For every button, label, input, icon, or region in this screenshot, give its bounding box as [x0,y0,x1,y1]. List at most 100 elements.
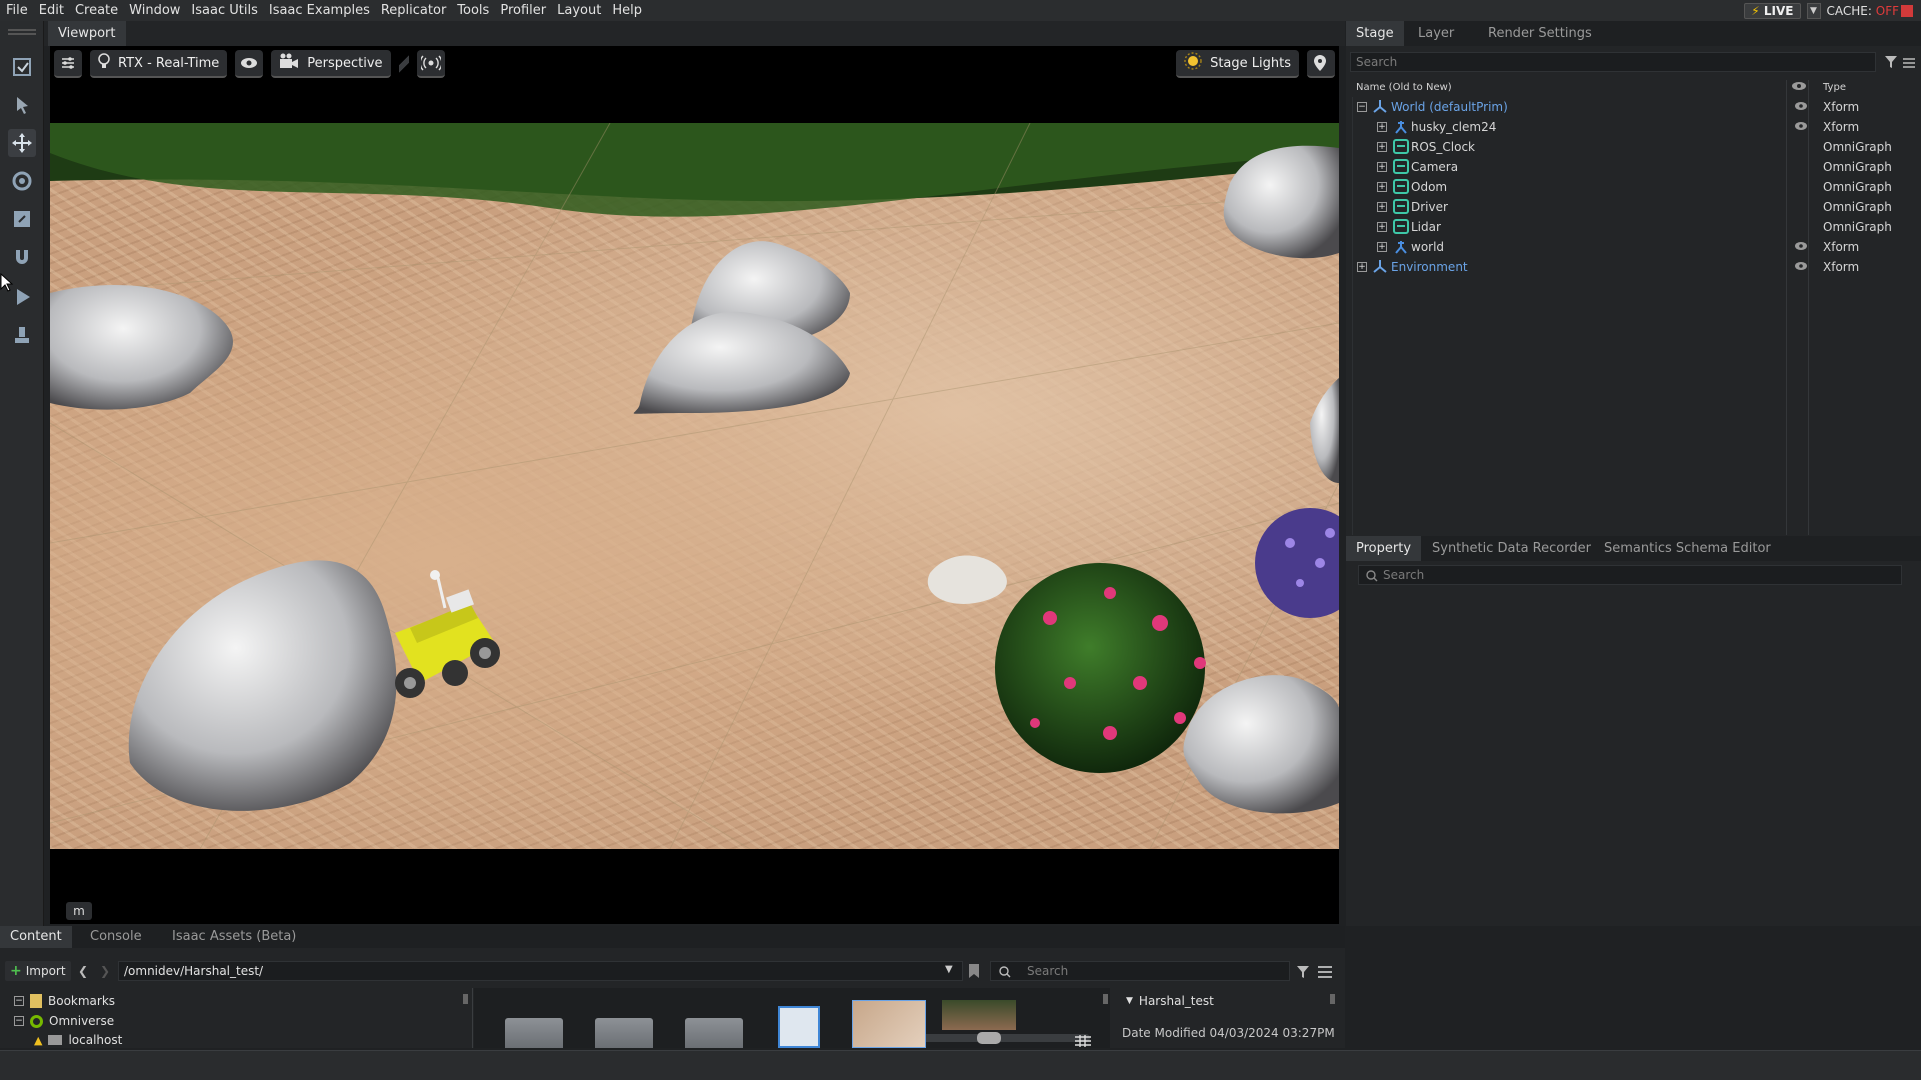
tab-isaac-assets[interactable]: Isaac Assets (Beta) [162,926,306,948]
type-column-header[interactable]: Type [1823,82,1846,93]
tree-row[interactable]: + Odom OmniGraph [1353,177,1918,197]
viewport-corner-label[interactable]: m [66,902,92,920]
name-column-header[interactable]: Name (Old to New) [1356,82,1452,93]
expand-icon[interactable]: + [1377,242,1387,252]
menu-profiler[interactable]: Profiler [494,0,551,21]
collapse-icon[interactable]: − [1357,102,1367,112]
select-mode-icon[interactable] [8,53,36,81]
scrollbar[interactable] [463,994,468,1004]
tree-row[interactable]: + Lidar OmniGraph [1353,217,1918,237]
tab-content[interactable]: Content [0,926,72,948]
folder-icon[interactable] [595,1018,653,1048]
visibility-eye-icon[interactable] [1794,120,1808,134]
scrollbar[interactable] [1330,994,1335,1004]
prim-type: Xform [1823,260,1860,274]
tree-row[interactable]: + Camera OmniGraph [1353,157,1918,177]
scene-thumbnail[interactable] [942,1000,1016,1030]
tree-row[interactable]: + world Xform [1353,237,1918,257]
scrollbar[interactable] [1103,994,1108,1004]
property-search-placeholder: Search [1383,568,1425,582]
cache-status[interactable]: CACHE: OFF [1827,4,1913,18]
tab-stage[interactable]: Stage [1346,21,1404,46]
detail-header[interactable]: ▼ Harshal_test [1126,994,1214,1008]
filter-icon[interactable] [1884,54,1898,73]
scene-render[interactable] [50,123,1339,849]
folder-icon[interactable] [685,1018,743,1048]
menu-isaac-examples[interactable]: Isaac Examples [263,0,375,21]
usd-file-icon[interactable] [778,1006,820,1048]
rotate-icon[interactable] [8,167,36,195]
menu-window[interactable]: Window [123,0,185,21]
menu-create[interactable]: Create [69,0,123,21]
grid-view-icon[interactable] [1075,1032,1091,1051]
tree-row[interactable]: + husky_clem24 Xform [1353,117,1918,137]
back-icon[interactable]: ❮ [78,964,88,978]
expand-icon[interactable]: + [1377,182,1387,192]
visibility-eye-icon[interactable] [1794,260,1808,274]
tree-row[interactable]: + ROS_Clock OmniGraph [1353,137,1918,157]
path-dropdown-icon[interactable]: ▼ [945,964,953,975]
stage-search-input[interactable]: Search [1350,52,1876,72]
tab-layer[interactable]: Layer [1408,21,1464,46]
broadcast-icon[interactable] [416,50,445,78]
visibility-eye-icon[interactable] [1794,240,1808,254]
scene-thumbnail[interactable] [852,1000,926,1048]
forward-icon[interactable]: ❯ [100,964,110,978]
folder-icon[interactable] [505,1018,563,1048]
live-button[interactable]: ⚡ LIVE [1744,2,1801,19]
path-input[interactable]: /omnidev/Harshal_test/ [118,961,963,981]
expand-icon[interactable]: + [1377,202,1387,212]
tree-item-omniverse[interactable]: − Omniverse [14,1014,114,1028]
tab-semantics-schema-editor[interactable]: Semantics Schema Editor [1594,536,1781,561]
collapse-icon[interactable]: − [14,1016,24,1026]
move-icon[interactable] [8,129,36,157]
menu-tools[interactable]: Tools [451,0,494,21]
stage-lights-button[interactable]: Stage Lights [1176,50,1299,78]
list-options-icon[interactable] [1318,964,1332,983]
pointer-icon[interactable] [8,91,36,119]
bookmark-icon[interactable] [968,963,980,983]
menu-edit[interactable]: Edit [33,0,69,21]
tab-synthetic-data-recorder[interactable]: Synthetic Data Recorder [1422,536,1601,561]
viewport[interactable]: RTX - Real-Time Perspective Stage Lights [50,46,1339,924]
tab-property[interactable]: Property [1346,536,1422,561]
physics-tool-icon[interactable] [8,321,36,349]
zoom-slider-thumb[interactable] [977,1032,1001,1044]
property-search-input[interactable]: Search [1358,565,1902,585]
tree-row[interactable]: − World (defaultPrim) Xform [1353,97,1918,117]
expand-icon[interactable]: + [1357,262,1367,272]
viewport-settings-icon[interactable] [54,50,82,78]
tab-viewport[interactable]: Viewport [48,21,126,46]
content-search-input[interactable]: Search [990,961,1290,981]
stage-options-menu-icon[interactable] [1903,54,1915,73]
menu-help[interactable]: Help [606,0,647,21]
tree-item-bookmarks[interactable]: − Bookmarks [14,994,115,1008]
import-button[interactable]: + Import [5,961,71,981]
camera-button[interactable]: Perspective [271,50,391,78]
menu-isaac-utils[interactable]: Isaac Utils [185,0,262,21]
visibility-eye-icon[interactable] [235,50,264,78]
expand-icon[interactable]: + [1377,122,1387,132]
renderer-button[interactable]: RTX - Real-Time [90,50,228,78]
expand-icon[interactable]: + [1377,142,1387,152]
scale-icon[interactable] [8,205,36,233]
menu-layout[interactable]: Layout [551,0,606,21]
collapse-icon[interactable]: − [14,996,24,1006]
prim-type: OmniGraph [1823,220,1892,234]
menu-file[interactable]: File [0,0,33,21]
zoom-slider[interactable] [922,1032,1090,1044]
snap-magnet-icon[interactable] [8,243,36,271]
menu-replicator[interactable]: Replicator [375,0,451,21]
live-dropdown-icon[interactable]: ▼ [1806,2,1821,19]
visibility-eye-icon[interactable] [1794,100,1808,114]
expand-icon[interactable]: + [1377,162,1387,172]
location-pin-icon[interactable] [1307,50,1335,78]
tab-render-settings[interactable]: Render Settings [1478,21,1602,46]
tab-console[interactable]: Console [80,926,152,948]
tree-item-localhost[interactable]: ▲ localhost [34,1033,122,1047]
tree-row[interactable]: + Environment Xform [1353,257,1918,277]
expand-icon[interactable]: + [1377,222,1387,232]
omnigraph-icon [1393,199,1409,217]
tree-row[interactable]: + Driver OmniGraph [1353,197,1918,217]
filter-icon[interactable] [1296,964,1310,983]
